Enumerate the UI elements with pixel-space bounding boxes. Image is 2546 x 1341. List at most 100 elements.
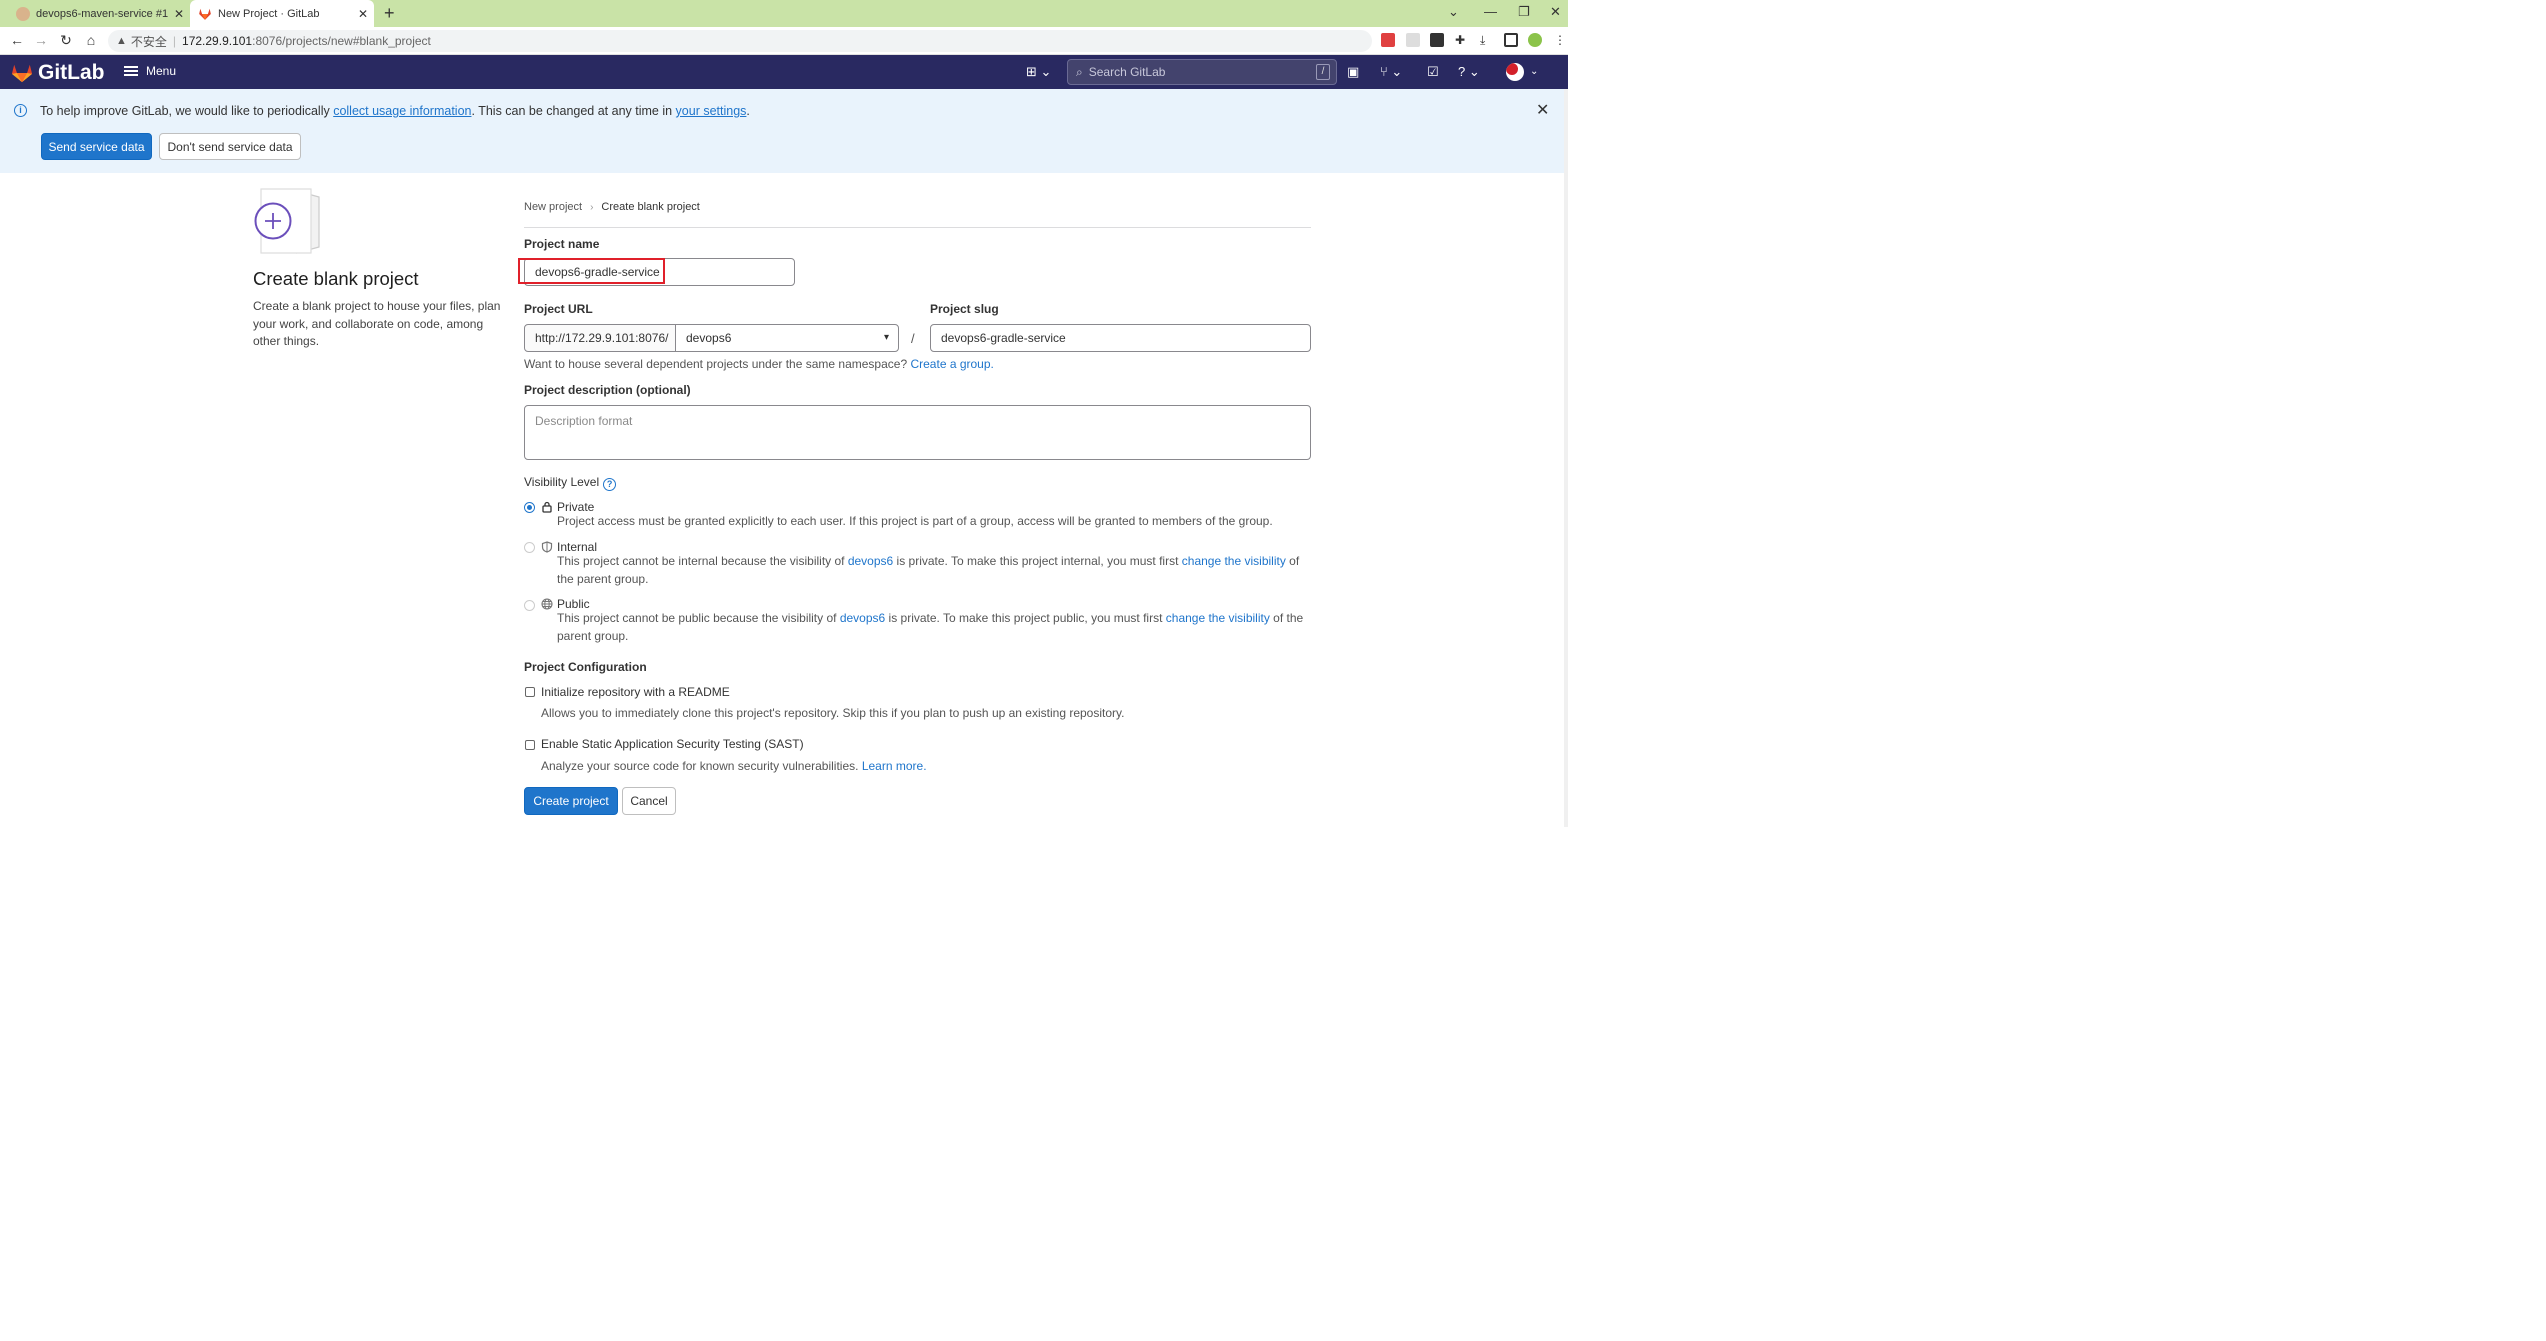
shield-icon: [541, 541, 553, 553]
sidepanel-icon[interactable]: [1504, 33, 1518, 47]
scrollbar[interactable]: [1564, 89, 1568, 827]
visibility-internal-title: Internal: [541, 540, 597, 554]
new-item-icon[interactable]: ⊞ ⌄: [1026, 64, 1051, 80]
visibility-internal-desc: This project cannot be internal because …: [557, 553, 1305, 588]
browser-tab-jenkins[interactable]: devops6-maven-service #10 C ✕: [8, 0, 190, 27]
browser-tab-bar: devops6-maven-service #10 C ✕ New Projec…: [0, 0, 1568, 27]
your-settings-link[interactable]: your settings: [676, 104, 747, 118]
learn-more-link[interactable]: Learn more.: [862, 759, 927, 773]
todos-icon[interactable]: ☑: [1427, 64, 1439, 80]
visibility-public-title: Public: [541, 597, 590, 611]
window-close-icon[interactable]: ✕: [1550, 4, 1561, 20]
reload-icon[interactable]: ↻: [57, 32, 75, 49]
send-service-data-button[interactable]: Send service data: [41, 133, 152, 160]
annotation-highlight-box: [518, 258, 665, 284]
extension-icon[interactable]: [1381, 33, 1395, 47]
extension-icon[interactable]: [1430, 33, 1444, 47]
description-label: Project description (optional): [524, 383, 691, 397]
visibility-heading: Visibility Level?: [524, 475, 617, 491]
collect-usage-link[interactable]: collect usage information: [333, 104, 471, 118]
lock-icon: [542, 501, 552, 513]
sast-label[interactable]: Enable Static Application Security Testi…: [541, 737, 804, 751]
gitlab-logo[interactable]: GitLab: [10, 61, 105, 85]
readme-checkbox[interactable]: [525, 687, 535, 697]
create-project-button[interactable]: Create project: [524, 787, 618, 815]
visibility-name: Internal: [557, 540, 598, 554]
help-icon[interactable]: ?: [603, 478, 617, 491]
dont-send-service-data-button[interactable]: Don't send service data: [159, 133, 301, 160]
help-icon[interactable]: ? ⌄: [1458, 64, 1480, 80]
breadcrumb-current: Create blank project: [601, 201, 700, 213]
group-link[interactable]: devops6: [848, 554, 893, 568]
description-textarea[interactable]: Description format: [524, 405, 1311, 460]
extension-icon[interactable]: [1406, 33, 1420, 47]
visibility-public-desc: This project cannot be public because th…: [557, 610, 1305, 645]
project-configuration-label: Project Configuration: [524, 660, 647, 674]
url-prefix: http://172.29.9.101:8076/: [524, 324, 676, 352]
sast-help-text: Analyze your source code for known secur…: [541, 759, 862, 773]
change-visibility-link[interactable]: change the visibility: [1182, 554, 1286, 568]
page-description: Create a blank project to house your fil…: [253, 299, 501, 348]
chevron-right-icon: ›: [590, 201, 594, 213]
cancel-button[interactable]: Cancel: [622, 787, 676, 815]
search-icon: ⌕: [1076, 64, 1083, 79]
group-link[interactable]: devops6: [840, 611, 885, 625]
restore-icon[interactable]: ❐: [1518, 4, 1530, 20]
tab-title: New Project · GitLab: [218, 7, 320, 20]
profile-icon[interactable]: [1528, 33, 1542, 47]
breadcrumb-new-project[interactable]: New project: [524, 201, 582, 213]
banner-message: To help improve GitLab, we would like to…: [40, 104, 750, 118]
issues-icon[interactable]: ▣: [1347, 64, 1359, 80]
visibility-name: Private: [557, 500, 595, 514]
close-tab-icon[interactable]: ✕: [168, 7, 190, 21]
home-icon[interactable]: ⌂: [82, 32, 100, 48]
readme-help: Allows you to immediately clone this pro…: [541, 706, 1125, 720]
create-group-link[interactable]: Create a group.: [910, 357, 993, 371]
chevron-down-icon[interactable]: ⌄: [1530, 66, 1538, 77]
tab-search-icon[interactable]: ⌄: [1448, 4, 1459, 20]
browser-menu-icon[interactable]: ⋮: [1554, 33, 1568, 47]
download-icon[interactable]: ⤓: [1480, 33, 1494, 47]
browser-address-bar: ← → ↻ ⌂ ▲ 不安全 | 172.29.9.101 :8076/proje…: [0, 27, 1568, 55]
visibility-private-radio[interactable]: [524, 502, 535, 513]
menu-label: Menu: [146, 64, 177, 78]
back-icon[interactable]: ←: [8, 32, 26, 48]
visibility-label: Visibility Level: [524, 475, 600, 489]
url-field[interactable]: ▲ 不安全 | 172.29.9.101 :8076/projects/new#…: [108, 30, 1372, 52]
project-name-label: Project name: [524, 237, 600, 251]
search-shortcut-key: /: [1316, 64, 1330, 80]
breadcrumb: New project › Create blank project: [524, 201, 700, 213]
namespace-select[interactable]: devops6 ▾: [675, 324, 899, 352]
change-visibility-link[interactable]: change the visibility: [1166, 611, 1270, 625]
globe-icon: [541, 598, 553, 610]
gitlab-favicon-icon: [199, 8, 211, 20]
visibility-private-desc: Project access must be granted explicitl…: [557, 514, 1273, 528]
usage-ping-banner: i To help improve GitLab, we would like …: [0, 89, 1564, 173]
merge-requests-icon[interactable]: ⑂ ⌄: [1380, 64, 1402, 80]
gitlab-top-bar: GitLab Menu ⊞ ⌄ ⌕ Search GitLab / ▣ ⑂ ⌄ …: [0, 55, 1568, 89]
warning-icon: ▲: [116, 35, 127, 47]
project-slug-input[interactable]: devops6-gradle-service: [930, 324, 1311, 352]
close-icon[interactable]: ✕: [1536, 100, 1549, 120]
avatar[interactable]: [1506, 63, 1524, 81]
group-help-text: Want to house several dependent projects…: [524, 357, 911, 371]
close-tab-icon[interactable]: ✕: [352, 7, 374, 21]
visibility-internal-radio[interactable]: [524, 542, 535, 553]
project-url-label: Project URL: [524, 302, 593, 316]
forward-icon[interactable]: →: [32, 32, 50, 48]
visibility-public-radio[interactable]: [524, 600, 535, 611]
visibility-name: Public: [557, 597, 590, 611]
minimize-icon[interactable]: —: [1484, 4, 1497, 19]
project-slug-label: Project slug: [930, 302, 999, 316]
group-help: Want to house several dependent projects…: [524, 357, 994, 371]
readme-label[interactable]: Initialize repository with a README: [541, 685, 730, 699]
puzzle-icon[interactable]: ✚: [1455, 33, 1469, 47]
search-input[interactable]: ⌕ Search GitLab /: [1067, 59, 1337, 85]
url-host: 172.29.9.101: [182, 34, 253, 48]
desc-text: This project cannot be public because th…: [557, 611, 840, 625]
browser-tab-gitlab[interactable]: New Project · GitLab ✕: [190, 0, 374, 27]
menu-button[interactable]: Menu: [124, 64, 176, 78]
new-tab-button[interactable]: +: [384, 4, 395, 22]
sast-checkbox[interactable]: [525, 740, 535, 750]
desc-text: is private. To make this project public,…: [885, 611, 1166, 625]
